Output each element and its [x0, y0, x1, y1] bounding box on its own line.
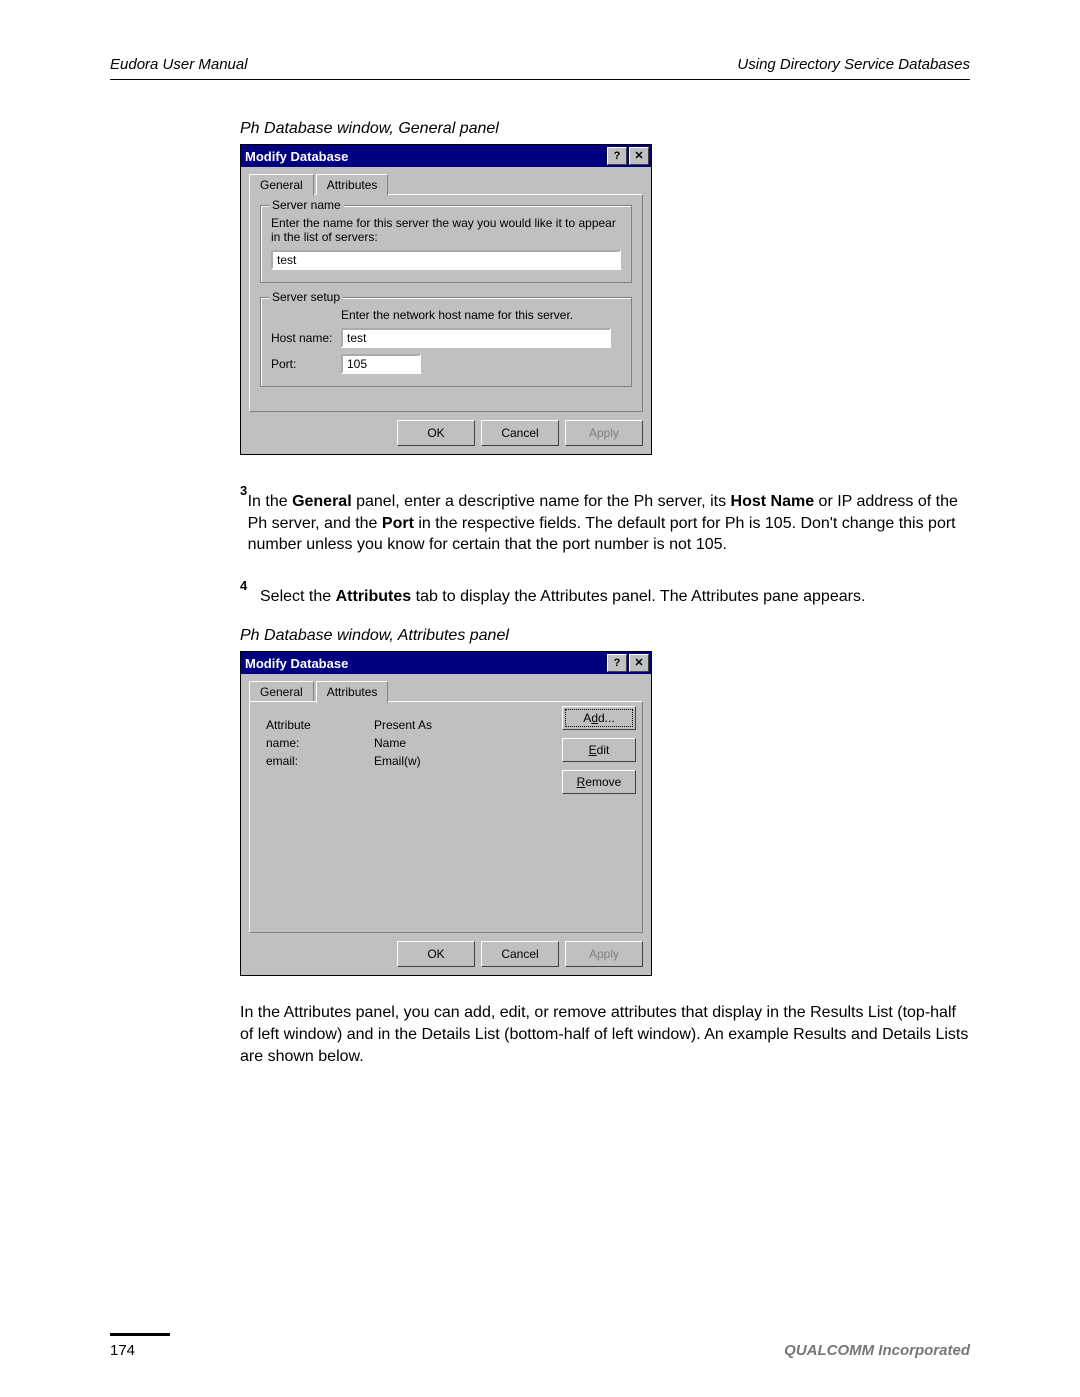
page-header: Eudora User Manual Using Directory Servi…	[110, 56, 970, 80]
server-name-input[interactable]	[271, 250, 621, 270]
tab-attributes[interactable]: Attributes	[316, 174, 389, 195]
apply-button[interactable]: Apply	[565, 420, 643, 446]
add-button[interactable]: Add...	[562, 706, 636, 730]
step-4-number: 4	[240, 576, 260, 628]
tabstrip: General Attributes	[249, 173, 643, 195]
port-input[interactable]	[341, 354, 421, 374]
header-right: Using Directory Service Databases	[737, 56, 970, 73]
host-name-label: Host name:	[271, 331, 341, 345]
titlebar-2: Modify Database ? ✕	[241, 652, 651, 674]
server-name-hint: Enter the name for this server the way y…	[271, 216, 621, 244]
figure-caption-general: Ph Database window, General panel	[240, 120, 970, 138]
modify-database-dialog-general: Modify Database ? ✕ General Attributes S…	[240, 144, 652, 455]
titlebar-title-2: Modify Database	[245, 656, 348, 671]
cancel-button-2[interactable]: Cancel	[481, 941, 559, 967]
company-name: QUALCOMM Incorporated	[784, 1342, 970, 1359]
tabstrip-2: General Attributes	[249, 680, 643, 702]
col-present-as: Present As	[370, 716, 478, 734]
attributes-explain-text: In the Attributes panel, you can add, ed…	[240, 1002, 970, 1067]
cancel-button[interactable]: Cancel	[481, 420, 559, 446]
group-server-setup: Server setup Enter the network host name…	[260, 297, 632, 387]
close-button-2[interactable]: ✕	[629, 654, 649, 672]
edit-button[interactable]: Edit	[562, 738, 636, 762]
apply-button-2[interactable]: Apply	[565, 941, 643, 967]
titlebar: Modify Database ? ✕	[241, 145, 651, 167]
page-number: 174	[110, 1342, 135, 1359]
remove-button[interactable]: Remove	[562, 770, 636, 794]
tab-general-2[interactable]: General	[249, 681, 314, 702]
server-setup-hint: Enter the network host name for this ser…	[341, 308, 621, 322]
step-3-number: 3	[240, 481, 248, 576]
close-button[interactable]: ✕	[629, 147, 649, 165]
step-3: 3 In the General panel, enter a descript…	[240, 481, 970, 576]
tab-attributes-2[interactable]: Attributes	[316, 681, 389, 703]
modify-database-dialog-attributes: Modify Database ? ✕ General Attributes A…	[240, 651, 652, 976]
step-4: 4 Select the Attributes tab to display t…	[240, 576, 970, 628]
help-button[interactable]: ?	[607, 147, 627, 165]
page-footer: 174 QUALCOMM Incorporated	[110, 1333, 970, 1359]
group-server-name-label: Server name	[269, 198, 344, 212]
host-name-input[interactable]	[341, 328, 611, 348]
port-label: Port:	[271, 357, 341, 371]
col-attribute: Attribute	[262, 716, 370, 734]
group-server-setup-label: Server setup	[269, 290, 343, 304]
header-left: Eudora User Manual	[110, 56, 248, 73]
group-server-name: Server name Enter the name for this serv…	[260, 205, 632, 283]
help-button-2[interactable]: ?	[607, 654, 627, 672]
ok-button[interactable]: OK	[397, 420, 475, 446]
tab-general[interactable]: General	[249, 174, 314, 196]
ok-button-2[interactable]: OK	[397, 941, 475, 967]
titlebar-title: Modify Database	[245, 149, 348, 164]
figure-caption-attributes: Ph Database window, Attributes panel	[240, 627, 970, 645]
